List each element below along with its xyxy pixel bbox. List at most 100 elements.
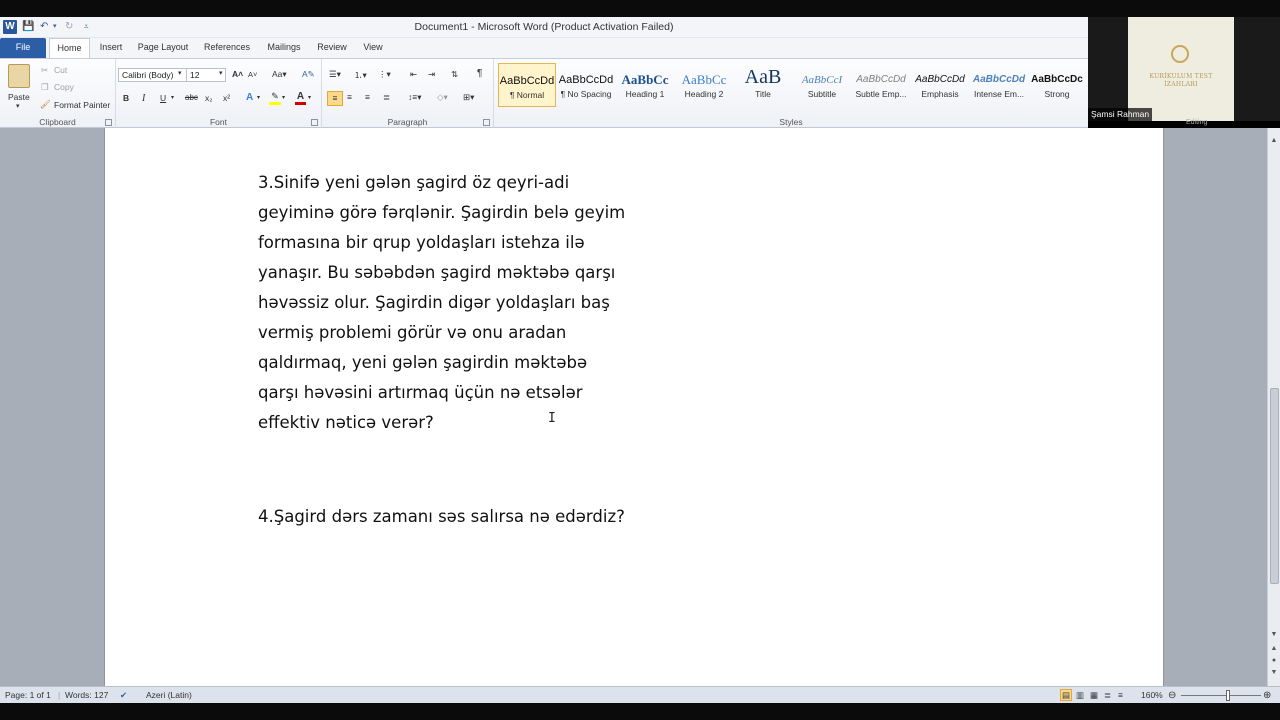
font-launcher-icon[interactable] bbox=[311, 119, 318, 126]
text-effects-icon[interactable]: A bbox=[246, 92, 253, 103]
highlight-icon[interactable]: ✎ bbox=[269, 91, 281, 105]
font-size-dropdown-icon[interactable]: ▾ bbox=[219, 69, 223, 77]
copy-icon[interactable]: ❐ bbox=[41, 82, 49, 93]
tab-file[interactable]: File bbox=[0, 38, 46, 58]
page-count[interactable]: Page: 1 of 1 bbox=[5, 689, 51, 702]
print-layout-icon[interactable]: ▤ bbox=[1060, 689, 1072, 701]
text-effects-dropdown-icon[interactable]: ▾ bbox=[257, 94, 260, 101]
clipboard-group: Paste ▾ ✂ Cut ❐ Copy 🖌 Format Painter Cl… bbox=[0, 59, 116, 129]
style-name: Emphasis bbox=[921, 89, 959, 99]
numbering-icon[interactable]: ⒈▾ bbox=[354, 69, 367, 81]
draft-icon[interactable]: ≡ bbox=[1118, 689, 1123, 702]
italic-button[interactable]: I bbox=[142, 93, 145, 104]
font-label: Font bbox=[209, 117, 227, 127]
style-normal[interactable]: AaBbCcDd ¶ Normal bbox=[498, 63, 556, 107]
shading-icon[interactable]: ◇▾ bbox=[437, 92, 448, 103]
participant-name: Şamsi Rahman bbox=[1088, 108, 1153, 121]
clipboard-label: Clipboard bbox=[39, 117, 76, 127]
webcam-overlay: KURİKULUM TEST İZAHLARI Şamsi Rahman bbox=[1088, 17, 1280, 121]
highlight-dropdown-icon[interactable]: ▾ bbox=[282, 94, 285, 101]
font-family-dropdown-icon[interactable]: ▾ bbox=[178, 69, 182, 77]
format-painter-button[interactable]: Format Painter bbox=[54, 100, 110, 110]
style-subtle-emphasis[interactable]: AaBbCcDd Subtle Emp... bbox=[852, 63, 910, 107]
strikethrough-button[interactable]: abc bbox=[185, 93, 198, 102]
web-layout-icon[interactable]: ▦ bbox=[1090, 689, 1098, 702]
paste-dropdown-icon[interactable]: ▾ bbox=[16, 102, 20, 110]
decrease-indent-icon[interactable]: ⇤ bbox=[410, 69, 417, 80]
align-right-icon[interactable]: ≡ bbox=[365, 92, 370, 102]
vertical-scrollbar[interactable]: ▲ ▼ ▲ ● ▼ bbox=[1267, 128, 1280, 686]
justify-icon[interactable]: ≣ bbox=[383, 92, 390, 103]
paragraph-launcher-icon[interactable] bbox=[483, 119, 490, 126]
word-count[interactable]: Words: 127 bbox=[65, 689, 108, 702]
paste-button[interactable]: Paste bbox=[8, 92, 30, 102]
language[interactable]: Azeri (Latin) bbox=[146, 689, 192, 702]
zoom-out-icon[interactable]: ⊖ bbox=[1168, 689, 1176, 702]
sort-icon[interactable]: ⇅ bbox=[451, 69, 458, 80]
question-4-paragraph[interactable]: 4.Şagird dərs zamanı səs salırsa nə edər… bbox=[258, 502, 625, 532]
style-heading-2[interactable]: AaBbCc Heading 2 bbox=[675, 63, 733, 107]
paragraph-line: vermiş problemi görür və onu aradan bbox=[258, 323, 567, 342]
scroll-down-arrow-icon[interactable]: ▼ bbox=[1268, 630, 1280, 640]
show-paragraph-marks-icon[interactable]: ¶ bbox=[477, 68, 482, 79]
cut-icon[interactable]: ✂ bbox=[41, 65, 48, 76]
underline-button[interactable]: U bbox=[160, 93, 166, 103]
borders-icon[interactable]: ⊞▾ bbox=[463, 92, 474, 103]
paragraph-line: qaldırmaq, yeni gələn şagirdin məktəbə bbox=[258, 353, 588, 372]
copy-button[interactable]: Copy bbox=[54, 82, 74, 92]
bullets-icon[interactable]: ☰▾ bbox=[329, 69, 341, 80]
increase-indent-icon[interactable]: ⇥ bbox=[428, 69, 435, 80]
next-page-icon[interactable]: ▼ bbox=[1268, 668, 1280, 678]
clipboard-launcher-icon[interactable] bbox=[105, 119, 112, 126]
underline-dropdown-icon[interactable]: ▾ bbox=[171, 94, 174, 101]
question-3-paragraph[interactable]: 3.Sinifə yeni gələn şagird öz qeyri-adi … bbox=[258, 168, 625, 438]
font-color-icon[interactable]: A bbox=[295, 91, 306, 105]
clear-formatting-icon[interactable]: A✎ bbox=[302, 69, 315, 80]
subscript-button[interactable]: x₂ bbox=[205, 93, 213, 103]
full-screen-reading-icon[interactable]: ▥ bbox=[1076, 689, 1084, 702]
document-page[interactable]: 3.Sinifə yeni gələn şagird öz qeyri-adi … bbox=[104, 128, 1164, 686]
tab-review[interactable]: Review bbox=[313, 38, 351, 58]
cut-button[interactable]: Cut bbox=[54, 65, 67, 75]
style-intense-emphasis[interactable]: AaBbCcDd Intense Em... bbox=[970, 63, 1028, 107]
scrollbar-thumb[interactable] bbox=[1270, 388, 1279, 584]
tab-insert[interactable]: Insert bbox=[94, 38, 128, 58]
format-painter-icon[interactable]: 🖌 bbox=[40, 99, 51, 110]
shrink-font-icon[interactable]: A˅ bbox=[248, 70, 257, 79]
spelling-check-icon[interactable]: ✔ bbox=[120, 689, 127, 702]
change-case-icon[interactable]: Aa▾ bbox=[272, 69, 287, 80]
multilevel-list-icon[interactable]: ⋮▾ bbox=[378, 69, 391, 80]
style-strong[interactable]: AaBbCcDc Strong bbox=[1028, 63, 1086, 107]
style-no-spacing[interactable]: AaBbCcDd ¶ No Spacing bbox=[557, 63, 615, 107]
style-heading-1[interactable]: AaBbCc Heading 1 bbox=[616, 63, 674, 107]
tab-page-layout[interactable]: Page Layout bbox=[134, 38, 192, 58]
grow-font-icon[interactable]: A˄ bbox=[232, 69, 243, 79]
window-title: Document1 - Microsoft Word (Product Acti… bbox=[414, 21, 674, 33]
tab-mailings[interactable]: Mailings bbox=[262, 38, 306, 58]
zoom-slider-thumb[interactable] bbox=[1226, 690, 1230, 701]
zoom-slider-track[interactable] bbox=[1181, 695, 1261, 696]
style-subtitle[interactable]: AaBbCcI Subtitle bbox=[793, 63, 851, 107]
tab-references[interactable]: References bbox=[200, 38, 254, 58]
paragraph-line: formasına bir qrup yoldaşları istehza il… bbox=[258, 233, 585, 252]
style-title[interactable]: AaB Title bbox=[734, 63, 792, 107]
style-emphasis[interactable]: AaBbCcDd Emphasis bbox=[911, 63, 969, 107]
style-sample: AaBbCcDd bbox=[499, 75, 555, 87]
superscript-button[interactable]: x² bbox=[223, 93, 230, 103]
tab-view[interactable]: View bbox=[358, 38, 388, 58]
outline-icon[interactable]: ≣ bbox=[1104, 689, 1111, 702]
title-bar: W 💾 ↶ ▾ ↻ ⩡ Document1 - Microsoft Word (… bbox=[0, 17, 1088, 38]
browse-object-icon[interactable]: ● bbox=[1268, 656, 1280, 666]
font-color-dropdown-icon[interactable]: ▾ bbox=[308, 94, 311, 101]
style-name: Subtle Emp... bbox=[855, 89, 907, 99]
bold-button[interactable]: B bbox=[123, 93, 129, 103]
tab-home[interactable]: Home bbox=[49, 38, 90, 58]
align-center-icon[interactable]: ≡ bbox=[347, 92, 352, 102]
zoom-level[interactable]: 160% bbox=[1141, 689, 1163, 702]
previous-page-icon[interactable]: ▲ bbox=[1268, 644, 1280, 654]
zoom-in-icon[interactable]: ⊕ bbox=[1263, 689, 1271, 702]
paste-icon[interactable] bbox=[8, 64, 30, 88]
line-spacing-icon[interactable]: ↕≡▾ bbox=[408, 92, 421, 103]
align-left-icon[interactable]: ≡ bbox=[327, 91, 343, 106]
scroll-up-arrow-icon[interactable]: ▲ bbox=[1268, 136, 1280, 146]
